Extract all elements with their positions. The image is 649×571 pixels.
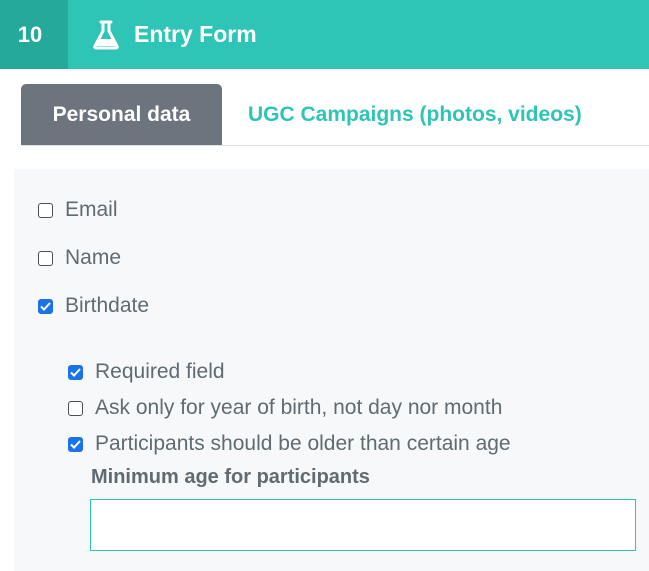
tab-bar: Personal data UGC Campaigns (photos, vid… (21, 84, 649, 146)
required-field-row[interactable]: Required field (68, 360, 225, 384)
field-name-label: Name (65, 246, 122, 269)
page-title: Entry Form (134, 21, 257, 47)
email-checkbox[interactable] (38, 202, 53, 218)
min-age-input[interactable] (90, 499, 636, 551)
min-age-row[interactable]: Participants should be older than certai… (68, 432, 511, 456)
year-only-row[interactable]: Ask only for year of birth, not day nor … (68, 396, 502, 420)
required-field-checkbox[interactable] (68, 364, 83, 380)
field-email-row[interactable]: Email (38, 198, 118, 222)
field-birthdate-row[interactable]: Birthdate (38, 294, 149, 318)
step-number-badge: 10 (0, 0, 68, 69)
tab-ugc-campaigns[interactable]: UGC Campaigns (photos, videos) (222, 84, 608, 145)
min-age-option-label: Participants should be older than certai… (95, 432, 511, 455)
year-only-checkbox[interactable] (68, 400, 83, 416)
header-bar: 10 Entry Form (0, 0, 649, 69)
birthdate-checkbox[interactable] (38, 298, 53, 314)
min-age-field-label: Minimum age for participants (91, 466, 370, 488)
name-checkbox[interactable] (38, 250, 53, 266)
field-birthdate-label: Birthdate (65, 294, 150, 317)
field-name-row[interactable]: Name (38, 246, 121, 270)
flask-icon (92, 20, 120, 50)
year-only-label: Ask only for year of birth, not day nor … (95, 396, 503, 419)
field-email-label: Email (65, 198, 118, 221)
personal-data-panel: Email Name Birthdate Required field Ask … (14, 169, 649, 571)
tab-personal-data[interactable]: Personal data (21, 84, 222, 145)
min-age-checkbox[interactable] (68, 436, 83, 452)
required-field-label: Required field (95, 360, 225, 383)
